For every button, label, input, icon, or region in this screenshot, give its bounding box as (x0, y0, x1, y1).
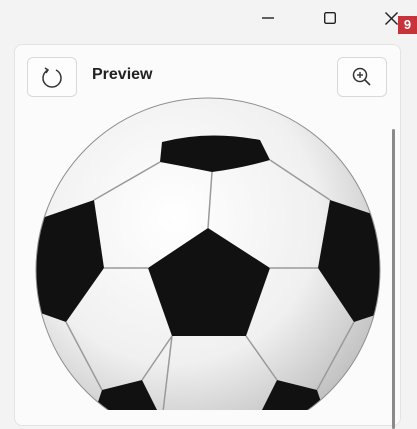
minimize-icon (262, 17, 274, 19)
close-icon (384, 11, 398, 25)
soccer-ball-image (35, 97, 381, 410)
maximize-button[interactable] (307, 0, 353, 36)
minimize-button[interactable] (245, 0, 291, 36)
refresh-icon (42, 67, 62, 88)
notification-badge: 9 (398, 16, 417, 34)
maximize-icon (324, 12, 336, 24)
zoom-in-icon (352, 67, 371, 86)
panel-title: Preview (92, 66, 153, 83)
scrollbar[interactable] (392, 129, 395, 429)
